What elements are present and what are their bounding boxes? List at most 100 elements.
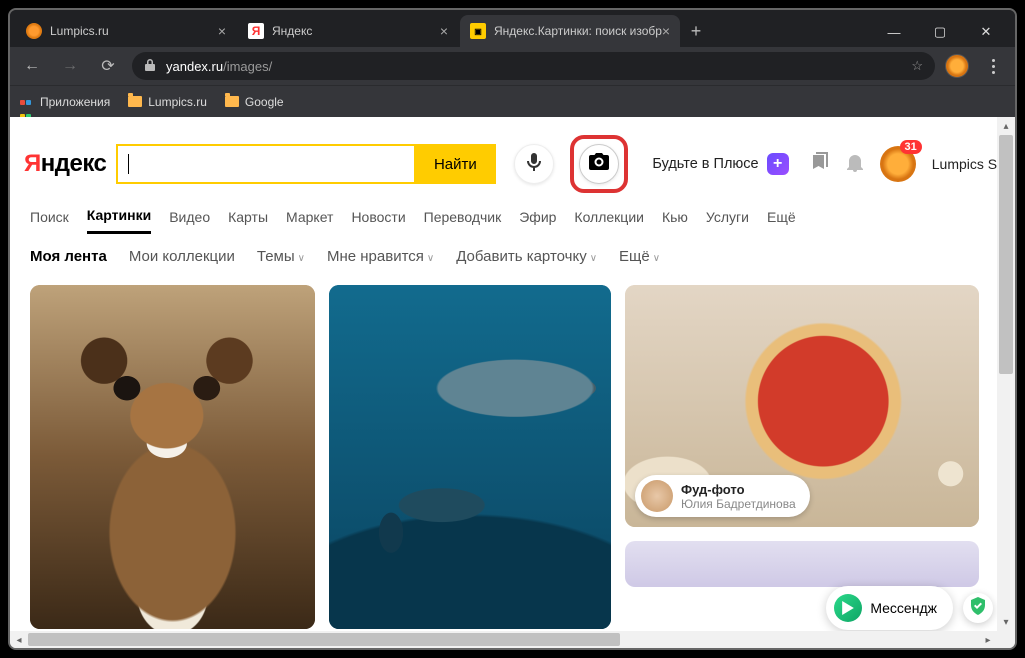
close-icon[interactable]: ×: [218, 23, 226, 39]
browser-tab-2[interactable]: ▣ Яндекс.Картинки: поиск изобра ×: [460, 15, 680, 47]
lock-icon: [144, 58, 156, 75]
feed-card-shark[interactable]: [329, 285, 611, 629]
plus-icon: +: [767, 153, 789, 175]
window-minimize-button[interactable]: —: [871, 17, 917, 47]
feed-card-dog[interactable]: [30, 285, 315, 629]
image-search-highlight: [570, 135, 628, 193]
scrollbar-thumb[interactable]: [28, 633, 620, 646]
nav-forward-button[interactable]: →: [56, 52, 84, 80]
feed-card-partial[interactable]: [625, 541, 979, 587]
author-avatar-icon: [641, 480, 673, 512]
nav-market[interactable]: Маркет: [286, 209, 333, 233]
voice-search-button[interactable]: [514, 144, 554, 184]
author-subtitle: Юлия Бадретдинова: [681, 497, 796, 511]
author-pill[interactable]: Фуд-фото Юлия Бадретдинова: [635, 475, 810, 517]
filter-my-feed[interactable]: Моя лента: [30, 248, 107, 265]
vertical-scrollbar[interactable]: ▴ ▾: [997, 117, 1015, 648]
folder-icon: [128, 96, 142, 107]
messenger-play-icon: [834, 594, 862, 622]
nav-collections[interactable]: Коллекции: [574, 209, 644, 233]
nav-reload-button[interactable]: ⟳: [94, 52, 122, 80]
url-input[interactable]: yandex.ru/images/ ☆: [132, 52, 935, 80]
filter-my-collections[interactable]: Мои коллекции: [129, 248, 235, 265]
filter-add-card[interactable]: Добавить карточку∨: [456, 248, 597, 265]
chevron-down-icon: ∨: [298, 253, 305, 264]
profile-avatar-button[interactable]: [945, 54, 969, 78]
close-icon[interactable]: ×: [662, 23, 670, 39]
service-nav: Поиск Картинки Видео Карты Маркет Новост…: [10, 201, 1015, 234]
chevron-down-icon: ∨: [653, 253, 660, 264]
bookmark-star-icon[interactable]: ☆: [911, 58, 923, 74]
nav-ether[interactable]: Эфир: [519, 209, 556, 233]
nav-translate[interactable]: Переводчик: [424, 209, 502, 233]
scroll-right-icon[interactable]: ▸: [979, 631, 997, 648]
close-icon[interactable]: ×: [440, 23, 448, 39]
yandex-logo[interactable]: Яндекс: [24, 150, 106, 178]
author-title: Фуд-фото: [681, 482, 796, 497]
window-maximize-button[interactable]: ▢: [917, 17, 963, 47]
scroll-left-icon[interactable]: ◂: [10, 631, 28, 648]
url-path: /images/: [223, 59, 272, 74]
user-name[interactable]: Lumpics S.: [932, 156, 1001, 172]
plus-label: Будьте в Плюсе: [652, 156, 758, 172]
search-button[interactable]: Найти: [414, 144, 496, 184]
nav-images[interactable]: Картинки: [87, 207, 151, 234]
bookmark-lumpics[interactable]: Lumpics.ru: [128, 95, 207, 109]
filter-likes[interactable]: Мне нравится∨: [327, 248, 434, 265]
tab-title: Lumpics.ru: [50, 24, 109, 38]
filter-more[interactable]: Ещё∨: [619, 248, 660, 265]
url-domain: yandex.ru: [166, 59, 223, 74]
search-input[interactable]: [116, 144, 414, 184]
horizontal-scrollbar[interactable]: ◂ ▸: [10, 631, 997, 648]
protect-button[interactable]: [963, 593, 993, 623]
messenger-button[interactable]: Мессендж: [826, 586, 953, 630]
tab-title: Яндекс: [272, 24, 312, 38]
shield-check-icon: [970, 597, 986, 620]
messenger-widget: Мессендж: [826, 586, 993, 630]
camera-icon: [588, 153, 610, 176]
nav-news[interactable]: Новости: [351, 209, 405, 233]
nav-q[interactable]: Кью: [662, 209, 688, 233]
nav-services[interactable]: Услуги: [706, 209, 749, 233]
user-avatar[interactable]: 31: [880, 146, 916, 182]
feed-filter-row: Моя лента Мои коллекции Темы∨ Мне нравит…: [10, 234, 1015, 279]
bookmarks-bar: Приложения Lumpics.ru Google: [10, 85, 1015, 117]
scrollbar-thumb[interactable]: [999, 135, 1013, 374]
page-content: Яндекс Найти: [10, 117, 1015, 648]
image-search-button[interactable]: [579, 144, 619, 184]
microphone-icon: [526, 152, 542, 177]
feed-card-pizza[interactable]: Фуд-фото Юлия Бадретдинова: [625, 285, 979, 527]
browser-tab-0[interactable]: Lumpics.ru ×: [16, 15, 236, 47]
chevron-down-icon: ∨: [427, 253, 434, 264]
filter-topics[interactable]: Темы∨: [257, 248, 305, 265]
browser-menu-button[interactable]: [979, 59, 1007, 74]
site-header: Яндекс Найти: [10, 117, 1015, 201]
yandex-plus-link[interactable]: Будьте в Плюсе +: [652, 153, 788, 175]
nav-search[interactable]: Поиск: [30, 209, 69, 233]
collections-icon[interactable]: [810, 152, 830, 177]
bookmark-label: Lumpics.ru: [148, 95, 207, 109]
messenger-label: Мессендж: [870, 600, 937, 616]
apps-label: Приложения: [40, 95, 110, 109]
address-bar: ← → ⟳ yandex.ru/images/ ☆: [10, 47, 1015, 85]
favicon-icon: [26, 23, 42, 39]
browser-tab-bar: Lumpics.ru × Я Яндекс × ▣ Яндекс.Картинк…: [10, 10, 1015, 47]
bookmark-google[interactable]: Google: [225, 95, 284, 109]
nav-more[interactable]: Ещё: [767, 209, 796, 233]
apps-button[interactable]: Приложения: [20, 95, 110, 109]
tab-title: Яндекс.Картинки: поиск изобра: [494, 24, 662, 38]
nav-back-button[interactable]: ←: [18, 52, 46, 80]
browser-tab-1[interactable]: Я Яндекс ×: [238, 15, 458, 47]
nav-video[interactable]: Видео: [169, 209, 210, 233]
favicon-icon: Я: [248, 23, 264, 39]
scroll-up-icon[interactable]: ▴: [997, 117, 1015, 135]
nav-maps[interactable]: Карты: [228, 209, 268, 233]
bell-icon[interactable]: [846, 152, 864, 177]
scroll-down-icon[interactable]: ▾: [997, 613, 1015, 631]
bookmark-label: Google: [245, 95, 284, 109]
new-tab-button[interactable]: +: [682, 17, 710, 45]
image-feed: Фуд-фото Юлия Бадретдинова: [10, 279, 1015, 635]
chevron-down-icon: ∨: [590, 253, 597, 264]
apps-icon: [20, 95, 34, 109]
window-close-button[interactable]: ✕: [963, 17, 1009, 47]
